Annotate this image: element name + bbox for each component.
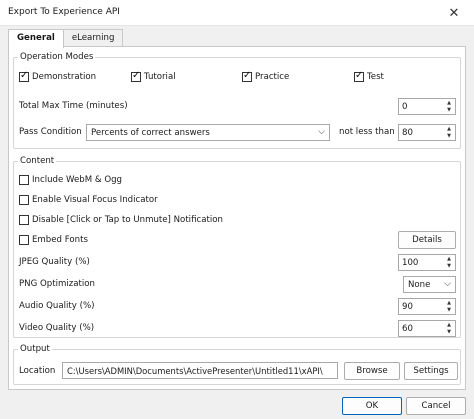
general-panel: Operation Modes Demonstration Tutorial P… — [8, 46, 466, 390]
location-label: Location — [19, 366, 56, 376]
png-optimization-value: None — [408, 280, 431, 290]
tutorial-label: Tutorial — [144, 72, 176, 82]
total-max-time-spinner[interactable]: 0 ▲ ▼ — [398, 98, 456, 115]
demonstration-label: Demonstration — [32, 72, 97, 82]
video-quality-value: 60 — [402, 324, 413, 334]
pass-condition-value: Percents of correct answers — [91, 128, 210, 138]
pass-condition-select[interactable]: Percents of correct answers ⌵ — [86, 124, 330, 141]
png-optimization-label: PNG Optimization — [19, 279, 95, 289]
spinner-arrows-icon[interactable]: ▲ ▼ — [445, 300, 453, 313]
spinner-arrows-icon[interactable]: ▲ ▼ — [445, 100, 453, 113]
pass-condition-label: Pass Condition — [19, 127, 82, 137]
operation-modes-group: Operation Modes Demonstration Tutorial P… — [13, 52, 461, 149]
close-icon[interactable]: ✕ — [434, 0, 474, 26]
title-bar: Export To Experience API ✕ — [0, 0, 474, 26]
audio-quality-spinner[interactable]: 90 ▲ ▼ — [398, 298, 456, 315]
audio-quality-label: Audio Quality (%) — [19, 301, 95, 311]
jpeg-quality-value: 100 — [402, 258, 419, 268]
total-max-time-label: Total Max Time (minutes) — [19, 101, 128, 111]
content-group: Content Include WebM & Ogg Enable Visual… — [13, 156, 461, 338]
video-quality-spinner[interactable]: 60 ▲ ▼ — [398, 320, 456, 337]
chevron-down-icon: ⌵ — [444, 279, 451, 289]
output-group: Output Location C:\Users\ADMIN\Documents… — [13, 344, 461, 385]
video-quality-label: Video Quality (%) — [19, 323, 95, 333]
tab-strip: General eLearning — [8, 29, 124, 48]
png-optimization-select[interactable]: None ⌵ — [403, 276, 456, 293]
ok-button[interactable]: OK — [342, 397, 402, 415]
total-max-time-value: 0 — [402, 102, 408, 112]
visual-focus-indicator-checkbox[interactable] — [19, 195, 29, 205]
practice-label: Practice — [255, 72, 290, 82]
test-checkbox[interactable] — [354, 70, 364, 82]
jpeg-quality-label: JPEG Quality (%) — [19, 257, 90, 267]
include-webm-ogg-label: Include WebM & Ogg — [32, 175, 123, 185]
include-webm-ogg-checkbox[interactable] — [19, 175, 29, 185]
spinner-arrows-icon[interactable]: ▲ ▼ — [445, 126, 453, 139]
content-title: Content — [18, 156, 57, 166]
output-title: Output — [18, 344, 52, 354]
disable-unmute-notification-label: Disable [Click or Tap to Unmute] Notific… — [32, 215, 223, 225]
visual-focus-indicator-label: Enable Visual Focus Indicator — [32, 195, 158, 205]
not-less-than-value: 80 — [402, 128, 413, 138]
jpeg-quality-spinner[interactable]: 100 ▲ ▼ — [398, 254, 456, 271]
operation-modes-title: Operation Modes — [18, 52, 96, 62]
not-less-than-spinner[interactable]: 80 ▲ ▼ — [398, 124, 456, 141]
demonstration-checkbox[interactable] — [19, 70, 29, 82]
spinner-arrows-icon[interactable]: ▲ ▼ — [445, 322, 453, 335]
tutorial-checkbox[interactable] — [131, 70, 141, 82]
cancel-button[interactable]: Cancel — [406, 397, 466, 415]
details-button[interactable]: Details — [398, 231, 456, 249]
disable-unmute-notification-checkbox[interactable] — [19, 215, 29, 225]
spinner-arrows-icon[interactable]: ▲ ▼ — [445, 256, 453, 269]
test-label: Test — [367, 72, 384, 82]
embed-fonts-label: Embed Fonts — [32, 235, 88, 245]
embed-fonts-checkbox[interactable] — [19, 235, 29, 245]
settings-button[interactable]: Settings — [404, 362, 458, 380]
chevron-down-icon: ⌵ — [318, 127, 325, 137]
window-title: Export To Experience API — [8, 7, 120, 17]
location-value: C:\Users\ADMIN\Documents\ActivePresenter… — [67, 366, 323, 376]
browse-button[interactable]: Browse — [344, 362, 400, 380]
not-less-than-label: not less than — [339, 127, 395, 137]
tab-general[interactable]: General — [8, 29, 64, 48]
location-input[interactable]: C:\Users\ADMIN\Documents\ActivePresenter… — [62, 362, 338, 379]
audio-quality-value: 90 — [402, 302, 413, 312]
practice-checkbox[interactable] — [242, 70, 252, 82]
tab-elearning[interactable]: eLearning — [62, 29, 124, 47]
